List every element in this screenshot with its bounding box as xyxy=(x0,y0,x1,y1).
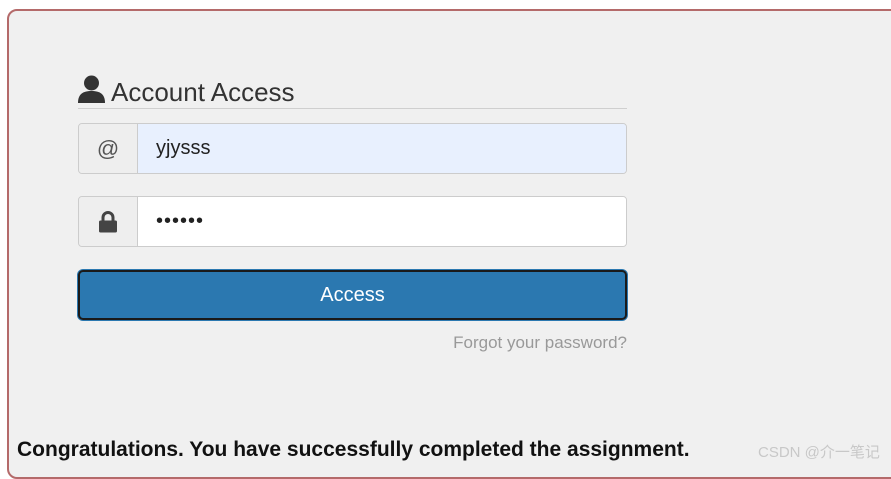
forgot-password-link[interactable]: Forgot your password? xyxy=(453,333,627,353)
success-message: Congratulations. You have successfully c… xyxy=(17,438,690,461)
at-sign-icon: @ xyxy=(79,124,138,173)
watermark: CSDN @介一笔记 xyxy=(758,444,880,461)
user-icon xyxy=(78,75,105,103)
access-button[interactable]: Access xyxy=(78,270,627,320)
lock-icon xyxy=(79,197,138,246)
password-group xyxy=(78,196,627,247)
form-heading: Account Access xyxy=(78,73,627,109)
login-panel: Account Access @ Access Forgot your pass… xyxy=(7,9,891,479)
page-title: Account Access xyxy=(111,77,295,107)
username-group: @ xyxy=(78,123,627,174)
username-input[interactable] xyxy=(138,124,626,173)
login-form: Account Access @ Access Forgot your pass… xyxy=(78,73,627,352)
password-input[interactable] xyxy=(138,197,626,246)
